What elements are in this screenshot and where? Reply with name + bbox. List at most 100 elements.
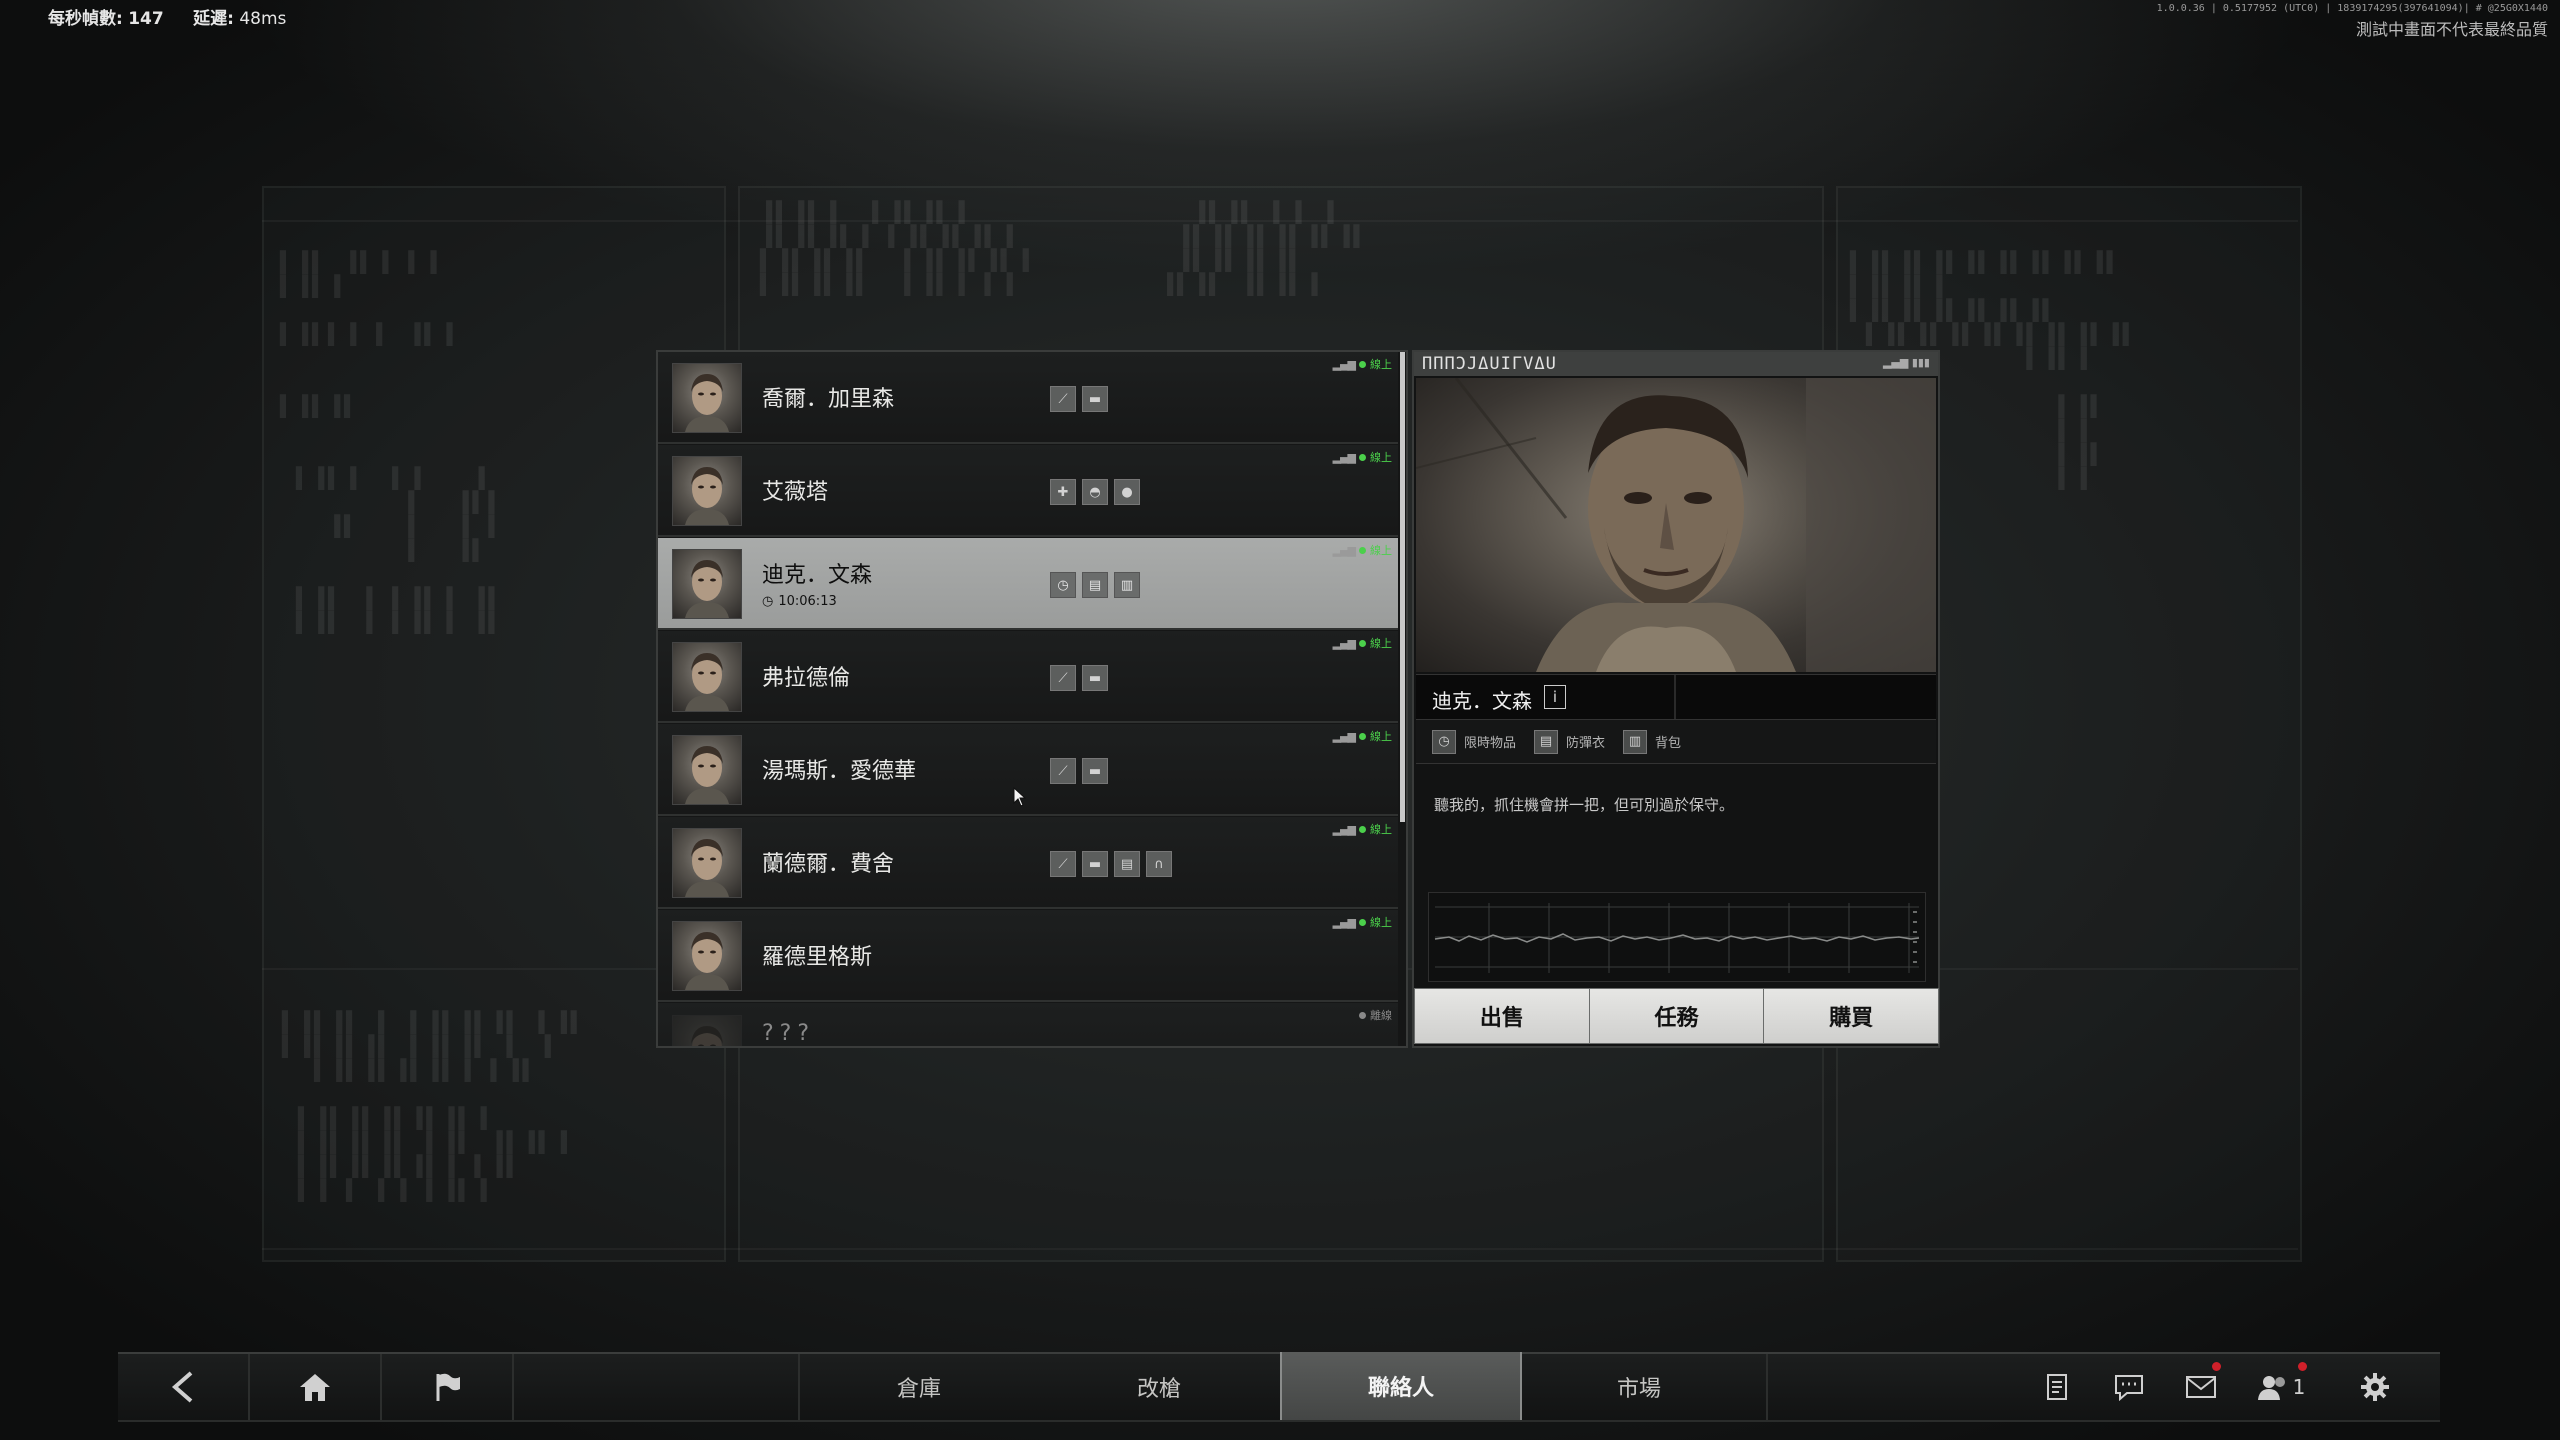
nameplate-divider xyxy=(1674,675,1676,719)
messages-notification-dot xyxy=(2212,1362,2221,1371)
tab-2[interactable]: 聯絡人 xyxy=(1280,1352,1522,1420)
chat-icon xyxy=(2115,1375,2143,1401)
trader-avatar xyxy=(672,1015,742,1046)
trader-avatar xyxy=(672,642,742,712)
chat-button[interactable] xyxy=(2094,1354,2164,1420)
background-rule xyxy=(262,1248,2298,1250)
trader-category: ▥ 背包 xyxy=(1623,729,1681,754)
trader-row[interactable]: 羅德里格斯 ▂▄▆ 線上 xyxy=(658,910,1398,1002)
flag-icon xyxy=(436,1373,460,1401)
online-status: ▂▄▆ 線上 xyxy=(1333,449,1392,465)
trader-avatar xyxy=(672,921,742,991)
signal-waveform xyxy=(1434,903,1920,973)
signal-icon: ▂▄▆ xyxy=(1332,357,1356,371)
headset-icon: ∩ xyxy=(1146,851,1172,877)
status-dot xyxy=(1359,1011,1366,1019)
tab-0[interactable]: 倉庫 xyxy=(800,1354,1038,1420)
online-status: ▂▄▆ 線上 xyxy=(1333,728,1392,744)
vest-icon: ▤ xyxy=(1082,572,1108,598)
mouse-cursor xyxy=(1013,787,1027,807)
trader-category: ▤ 防彈衣 xyxy=(1534,729,1605,754)
trader-detail-panel: ΠΠΠƆJΔUIΓVΔU ▂▄▆ ▮▮▮ 迪克．文森 i ◷ 限時物品 ▤ 防彈… xyxy=(1412,350,1940,1048)
status-label: 線上 xyxy=(1370,823,1392,836)
raid-button[interactable] xyxy=(382,1354,514,1420)
bar-icon: ▬ xyxy=(1082,665,1108,691)
status-dot xyxy=(1359,453,1366,461)
trader-specialty-icons: ⟋ ▬ xyxy=(1050,665,1108,691)
sell-button[interactable]: 出售 xyxy=(1414,988,1590,1044)
helmet-icon: ◓ xyxy=(1082,479,1108,505)
settings-button[interactable] xyxy=(2340,1354,2410,1420)
trader-row[interactable]: 湯瑪斯．愛德華 ⟋ ▬ ▂▄▆ 線上 xyxy=(658,724,1398,816)
clock-icon: ◷ xyxy=(1050,572,1076,598)
status-label: 線上 xyxy=(1370,358,1392,371)
tab-1[interactable]: 改槍 xyxy=(1040,1354,1278,1420)
tab-3[interactable]: 市場 xyxy=(1520,1354,1758,1420)
trader-name: ??? xyxy=(762,1021,816,1046)
tasks-button[interactable]: 任務 xyxy=(1588,988,1765,1044)
back-button[interactable] xyxy=(118,1354,250,1420)
status-label: 線上 xyxy=(1370,916,1392,929)
bar-icon: ▬ xyxy=(1082,386,1108,412)
trader-row[interactable]: 迪克．文森 ◷ 10:06:13 ◷ ▤ ▥ ▂▄▆ 線上 xyxy=(658,538,1398,630)
signal-icon: ▂▄▆ xyxy=(1332,915,1356,929)
notes-icon xyxy=(2047,1374,2067,1400)
trader-row[interactable]: 喬爾．加里森 ⟋ ▬ ▂▄▆ 線上 xyxy=(658,352,1398,444)
home-button[interactable] xyxy=(250,1354,382,1420)
knife-icon: ⟋ xyxy=(1050,851,1076,877)
portrait-image xyxy=(1416,378,1936,672)
backpack-icon: ▥ xyxy=(1114,572,1140,598)
buy-button[interactable]: 購買 xyxy=(1763,988,1940,1044)
grenade-icon: ● xyxy=(1114,479,1140,505)
main-tabs: 倉庫 改槍 聯絡人 市場 xyxy=(798,1352,1768,1420)
trader-row[interactable]: 弗拉德倫 ⟋ ▬ ▂▄▆ 線上 xyxy=(658,631,1398,723)
trader-name: 湯瑪斯．愛德華 xyxy=(762,759,917,784)
signal-icon: ▂▄▆ xyxy=(1332,450,1356,464)
trader-row[interactable]: ??? 離線 xyxy=(658,1003,1398,1046)
trader-specialty-icons: ⟋ ▬ ▤ ∩ xyxy=(1050,851,1172,877)
performance-readout: 每秒幀數: 147 延遲: 48ms xyxy=(48,4,334,29)
clock-icon: ◷ xyxy=(762,594,774,609)
messages-button[interactable] xyxy=(2166,1354,2236,1420)
notes-button[interactable] xyxy=(2022,1354,2092,1420)
status-dot xyxy=(1359,360,1366,368)
trader-avatar xyxy=(672,549,742,619)
trader-quote: 聽我的，抓住機會拼一把，但可別過於保守。 xyxy=(1434,796,1735,814)
gear-icon xyxy=(2361,1373,2389,1401)
signal-icon: ▂▄▆ xyxy=(1332,822,1356,836)
status-label: 線上 xyxy=(1370,544,1392,557)
friends-button[interactable]: 1 xyxy=(2238,1354,2324,1420)
status-dot xyxy=(1359,546,1366,554)
status-label: 線上 xyxy=(1370,451,1392,464)
restock-timer-value: 10:06:13 xyxy=(778,594,837,609)
bottom-navigation: 倉庫 改槍 聯絡人 市場 1 xyxy=(118,1352,2440,1422)
trader-row[interactable]: 蘭德爾．費舍 ⟋ ▬ ▤ ∩ ▂▄▆ 線上 xyxy=(658,817,1398,909)
status-dot xyxy=(1359,732,1366,740)
signal-icon: ▂▄▆ xyxy=(1332,636,1356,650)
trader-row[interactable]: 艾薇塔 ✚ ◓ ● ▂▄▆ 線上 xyxy=(658,445,1398,537)
build-info: 1.0.0.36 | 0.5177952 (UTC0) | 1839174295… xyxy=(2156,3,2548,14)
fps-value: 147 xyxy=(128,9,164,29)
online-status: ▂▄▆ 線上 xyxy=(1333,356,1392,372)
status-label: 線上 xyxy=(1370,730,1392,743)
status-label: 離線 xyxy=(1370,1009,1392,1022)
trader-name: 蘭德爾．費舍 xyxy=(762,852,895,877)
trader-actions: 出售 任務 購買 xyxy=(1414,988,1940,1044)
trader-name: 艾薇塔 xyxy=(762,480,829,505)
trader-category: ◷ 限時物品 xyxy=(1432,729,1516,754)
restock-timer: ◷ 10:06:13 xyxy=(762,594,837,609)
signal-icon: ▂▄▆ ▮▮▮ xyxy=(1882,356,1930,369)
trader-avatar xyxy=(672,456,742,526)
back-icon xyxy=(171,1371,193,1403)
online-status: ▂▄▆ 線上 xyxy=(1333,821,1392,837)
trader-name: 迪克．文森 xyxy=(1432,689,1532,713)
info-button[interactable]: i xyxy=(1544,685,1566,709)
trader-list-scrollbar[interactable] xyxy=(1400,352,1405,822)
bar-icon: ▬ xyxy=(1082,758,1108,784)
game-screen: ▌▐▌ ▐▌▐ ▌▐ ▌▐▌▐ ▌▐▌▌▐ ▌ ▐▌▐ ▌▐▌▐▌ ▌▐▌▐ ▌… xyxy=(0,0,2560,1440)
trader-categories: ◷ 限時物品 ▤ 防彈衣 ▥ 背包 xyxy=(1416,720,1936,764)
trader-portrait xyxy=(1416,378,1936,672)
mail-icon xyxy=(2186,1376,2216,1398)
trader-list[interactable]: 喬爾．加里森 ⟋ ▬ ▂▄▆ 線上 艾薇塔 ✚ ◓ ● ▂▄▆ 線上 迪克．文森 ◷ 10:06:13 ◷ ▤… xyxy=(656,350,1408,1048)
background-glyphs: ▐▌▐▌▐ ▌▐▌▐▌▐ ▐▌▐▌ ▌▐ ▐ ▐▌▐▌▐▌▐ ▌▐▌▐▌▐▌▐ … xyxy=(760,200,1370,296)
